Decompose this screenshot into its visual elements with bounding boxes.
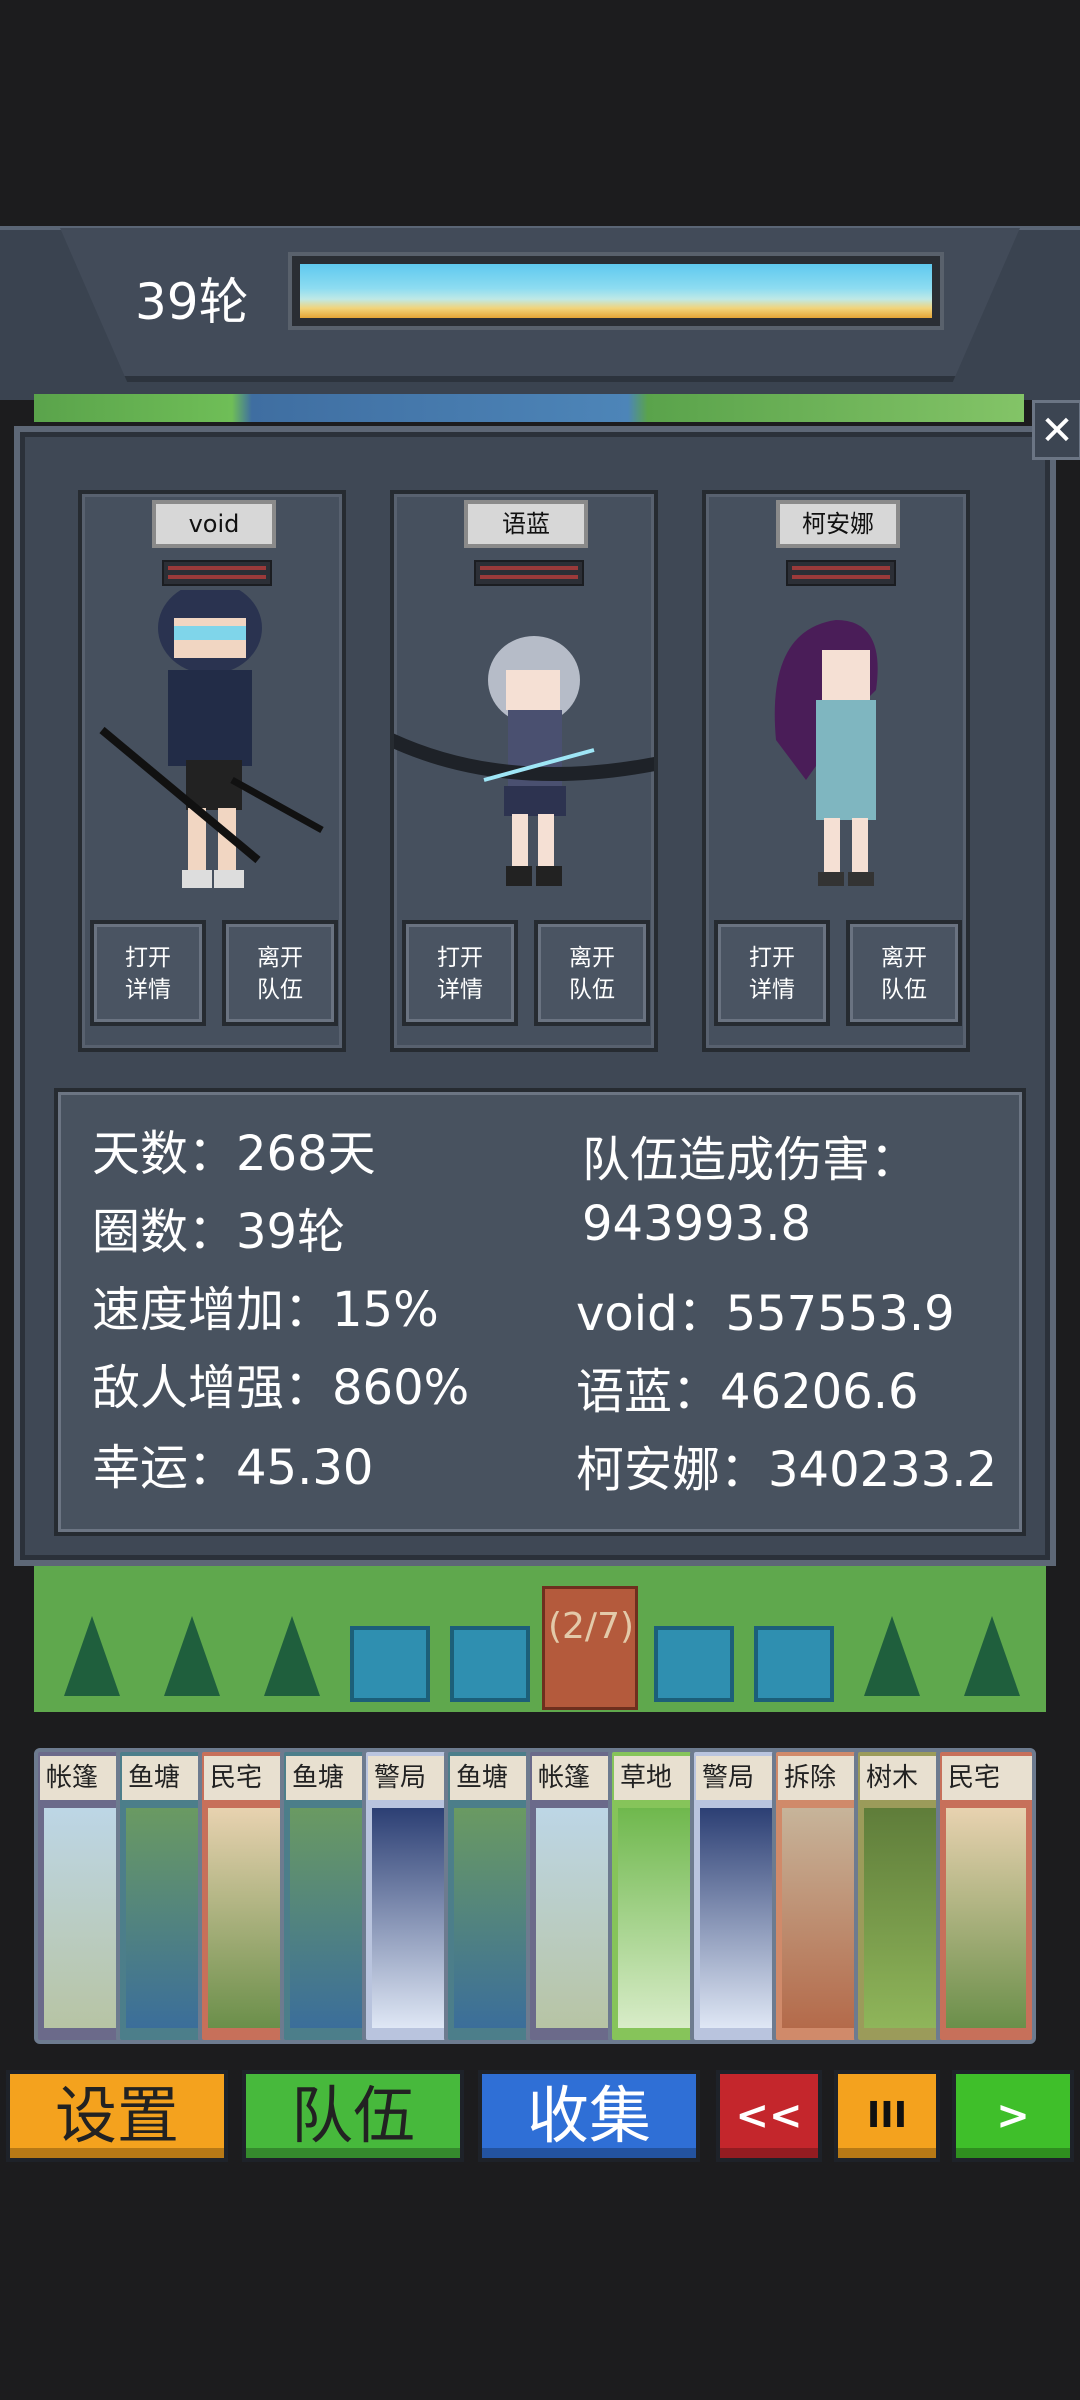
tree-icon (864, 1616, 920, 1696)
settings-label: 设置 (54, 2079, 179, 2152)
team-button[interactable]: 队伍 (242, 2070, 464, 2162)
pond-tile (754, 1626, 834, 1702)
round-counter: 39轮 (135, 273, 249, 331)
tree-icon (64, 1616, 120, 1696)
settings-button[interactable]: 设置 (6, 2070, 228, 2162)
tree-icon (964, 1616, 1020, 1696)
map-progress: (2/7) (547, 1606, 635, 1647)
card-art (126, 1808, 206, 2028)
stat-enemy-boost: 敌人增强：860% (92, 1360, 470, 1416)
card-art (700, 1808, 780, 2028)
stat-luck: 幸运：45.30 (92, 1440, 374, 1496)
sky-fill (300, 264, 932, 318)
leave-team-label: 离开 队伍 (257, 945, 303, 1003)
card-11[interactable]: 民宅 (936, 1748, 1036, 2044)
member-card-void: void 打开 详情 离开 队伍 (78, 490, 346, 1052)
damage-keanna: 柯安娜：340233.2 (576, 1442, 998, 1498)
leave-team-label: 离开 队伍 (569, 945, 615, 1003)
member-name: 语蓝 (464, 500, 588, 548)
member-card-keanna: 柯安娜 打开 详情 离开 队伍 (702, 490, 970, 1052)
open-details-label: 打开 详情 (437, 945, 483, 1003)
pause-icon: III (866, 2095, 908, 2136)
card-deck: 帐篷 鱼塘 民宅 鱼塘 警局 鱼塘 帐篷 草地 警局 拆除 树木 民宅 (34, 1748, 1064, 2048)
pond-tile (350, 1626, 430, 1702)
open-details-button[interactable]: 打开 详情 (90, 920, 206, 1026)
card-art (208, 1808, 288, 2028)
map-strip (34, 394, 1024, 422)
close-icon: ✕ (1040, 408, 1074, 454)
rewind-icon: << (735, 2093, 803, 2139)
damage-total: 943993.8 (582, 1196, 812, 1252)
collect-button[interactable]: 收集 (478, 2070, 700, 2162)
play-icon: > (996, 2093, 1030, 2139)
card-art (946, 1808, 1026, 2028)
character-sprite-yulan (394, 636, 654, 886)
open-details-label: 打开 详情 (749, 945, 795, 1003)
stat-days: 天数：268天 (92, 1126, 376, 1182)
card-title: 民宅 (942, 1756, 1032, 1800)
stat-speed: 速度增加：15% (92, 1282, 439, 1338)
card-art (454, 1808, 534, 2028)
card-art (44, 1808, 124, 2028)
collect-label: 收集 (526, 2079, 651, 2152)
day-progress-bar (288, 252, 944, 330)
damage-label: 队伍造成伤害： (582, 1132, 919, 1188)
rewind-button[interactable]: << (716, 2070, 822, 2162)
stats-box: 天数：268天 圈数：39轮 速度增加：15% 敌人增强：860% 幸运：45.… (54, 1088, 1026, 1536)
damage-yulan: 语蓝：46206.6 (576, 1364, 919, 1420)
leave-team-button[interactable]: 离开 队伍 (846, 920, 962, 1026)
character-sprite-keanna (774, 620, 878, 886)
damage-void: void：557553.9 (576, 1286, 955, 1342)
close-button[interactable]: ✕ (1032, 400, 1080, 460)
pond-tile (450, 1626, 530, 1702)
open-details-button[interactable]: 打开 详情 (714, 920, 830, 1026)
town-house (542, 1586, 638, 1710)
leave-team-button[interactable]: 离开 队伍 (534, 920, 650, 1026)
member-name: 柯安娜 (776, 500, 900, 548)
leave-team-label: 离开 队伍 (881, 945, 927, 1003)
leave-team-button[interactable]: 离开 队伍 (222, 920, 338, 1026)
pause-button[interactable]: III (834, 2070, 940, 2162)
pond-tile (654, 1626, 734, 1702)
tree-icon (164, 1616, 220, 1696)
card-art (618, 1808, 698, 2028)
open-details-label: 打开 详情 (125, 945, 171, 1003)
card-art (536, 1808, 616, 2028)
card-art (782, 1808, 862, 2028)
play-button[interactable]: > (952, 2070, 1074, 2162)
character-sprite-void (99, 590, 324, 888)
card-art (372, 1808, 452, 2028)
team-label: 队伍 (290, 2079, 415, 2152)
stat-rounds: 圈数：39轮 (92, 1204, 346, 1260)
member-card-yulan: 语蓝 打开 详情 离开 队伍 (390, 490, 658, 1052)
member-hp-bar (786, 560, 896, 586)
member-name: void (152, 500, 276, 548)
member-hp-bar (474, 560, 584, 586)
card-art (864, 1808, 944, 2028)
card-art (290, 1808, 370, 2028)
member-hp-bar (162, 560, 272, 586)
open-details-button[interactable]: 打开 详情 (402, 920, 518, 1026)
tree-icon (264, 1616, 320, 1696)
